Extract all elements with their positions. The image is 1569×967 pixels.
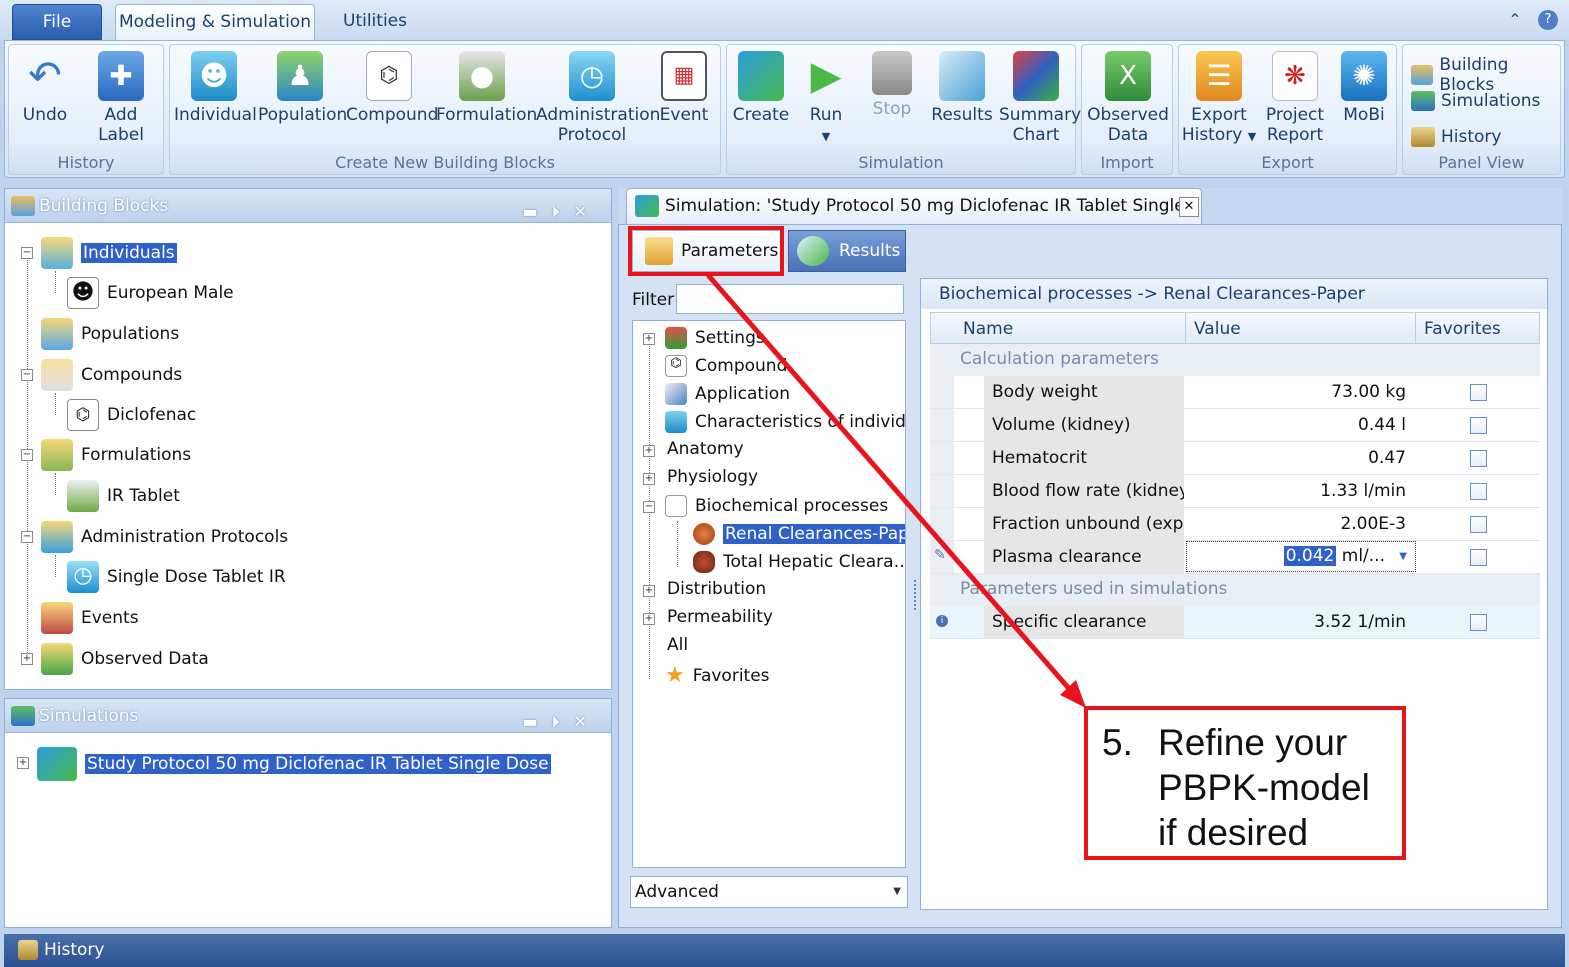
callout-line: Refine your <box>1158 722 1348 763</box>
history-scroll-icon <box>18 940 38 960</box>
callout-box: 5. Refine your PBPK-model if desired <box>1084 706 1406 860</box>
history-panel-bar[interactable]: History <box>4 934 1565 967</box>
callout-line: PBPK-model <box>1158 767 1370 808</box>
callout-line: if desired <box>1158 812 1309 853</box>
callout-number: 5. <box>1102 722 1133 763</box>
